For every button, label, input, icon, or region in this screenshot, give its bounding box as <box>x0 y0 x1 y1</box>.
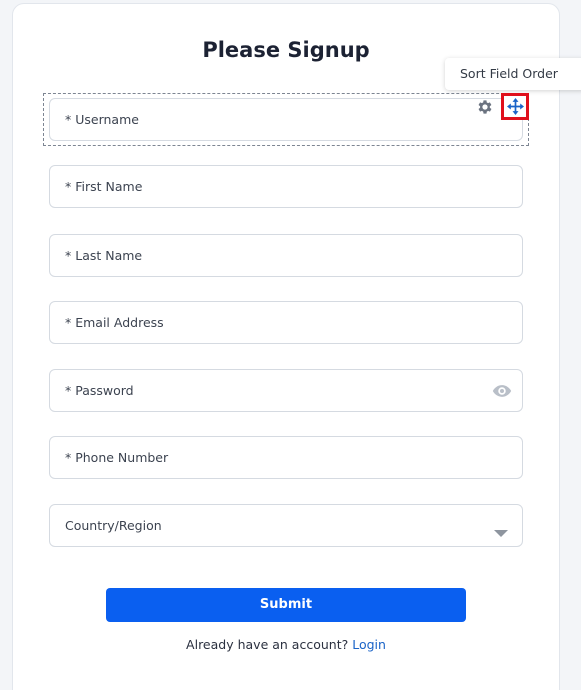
chevron-down-icon <box>494 523 508 542</box>
phone-number-label: * Phone Number <box>65 450 169 465</box>
username-field[interactable]: * Username <box>49 98 523 141</box>
country-region-select[interactable]: Country/Region <box>49 504 523 547</box>
last-name-label: * Last Name <box>65 248 143 263</box>
login-prompt: Already have an account? Login <box>0 637 572 652</box>
password-field[interactable]: * Password <box>49 369 523 412</box>
move-icon <box>507 98 524 115</box>
first-name-field[interactable]: * First Name <box>49 165 523 208</box>
username-label: * Username <box>65 112 139 127</box>
login-link[interactable]: Login <box>352 637 386 652</box>
first-name-label: * First Name <box>65 179 143 194</box>
sort-field-order-tooltip: Sort Field Order <box>445 58 581 90</box>
submit-button[interactable]: Submit <box>106 588 466 622</box>
email-field[interactable]: * Email Address <box>49 301 523 344</box>
phone-number-field[interactable]: * Phone Number <box>49 436 523 479</box>
password-label: * Password <box>65 383 134 398</box>
last-name-field[interactable]: * Last Name <box>49 234 523 277</box>
sort-field-button[interactable] <box>501 93 529 120</box>
eye-icon[interactable] <box>492 382 512 404</box>
login-prompt-text: Already have an account? <box>186 637 349 652</box>
gear-icon[interactable] <box>476 98 494 116</box>
country-region-label: Country/Region <box>65 518 162 533</box>
email-label: * Email Address <box>65 315 164 330</box>
